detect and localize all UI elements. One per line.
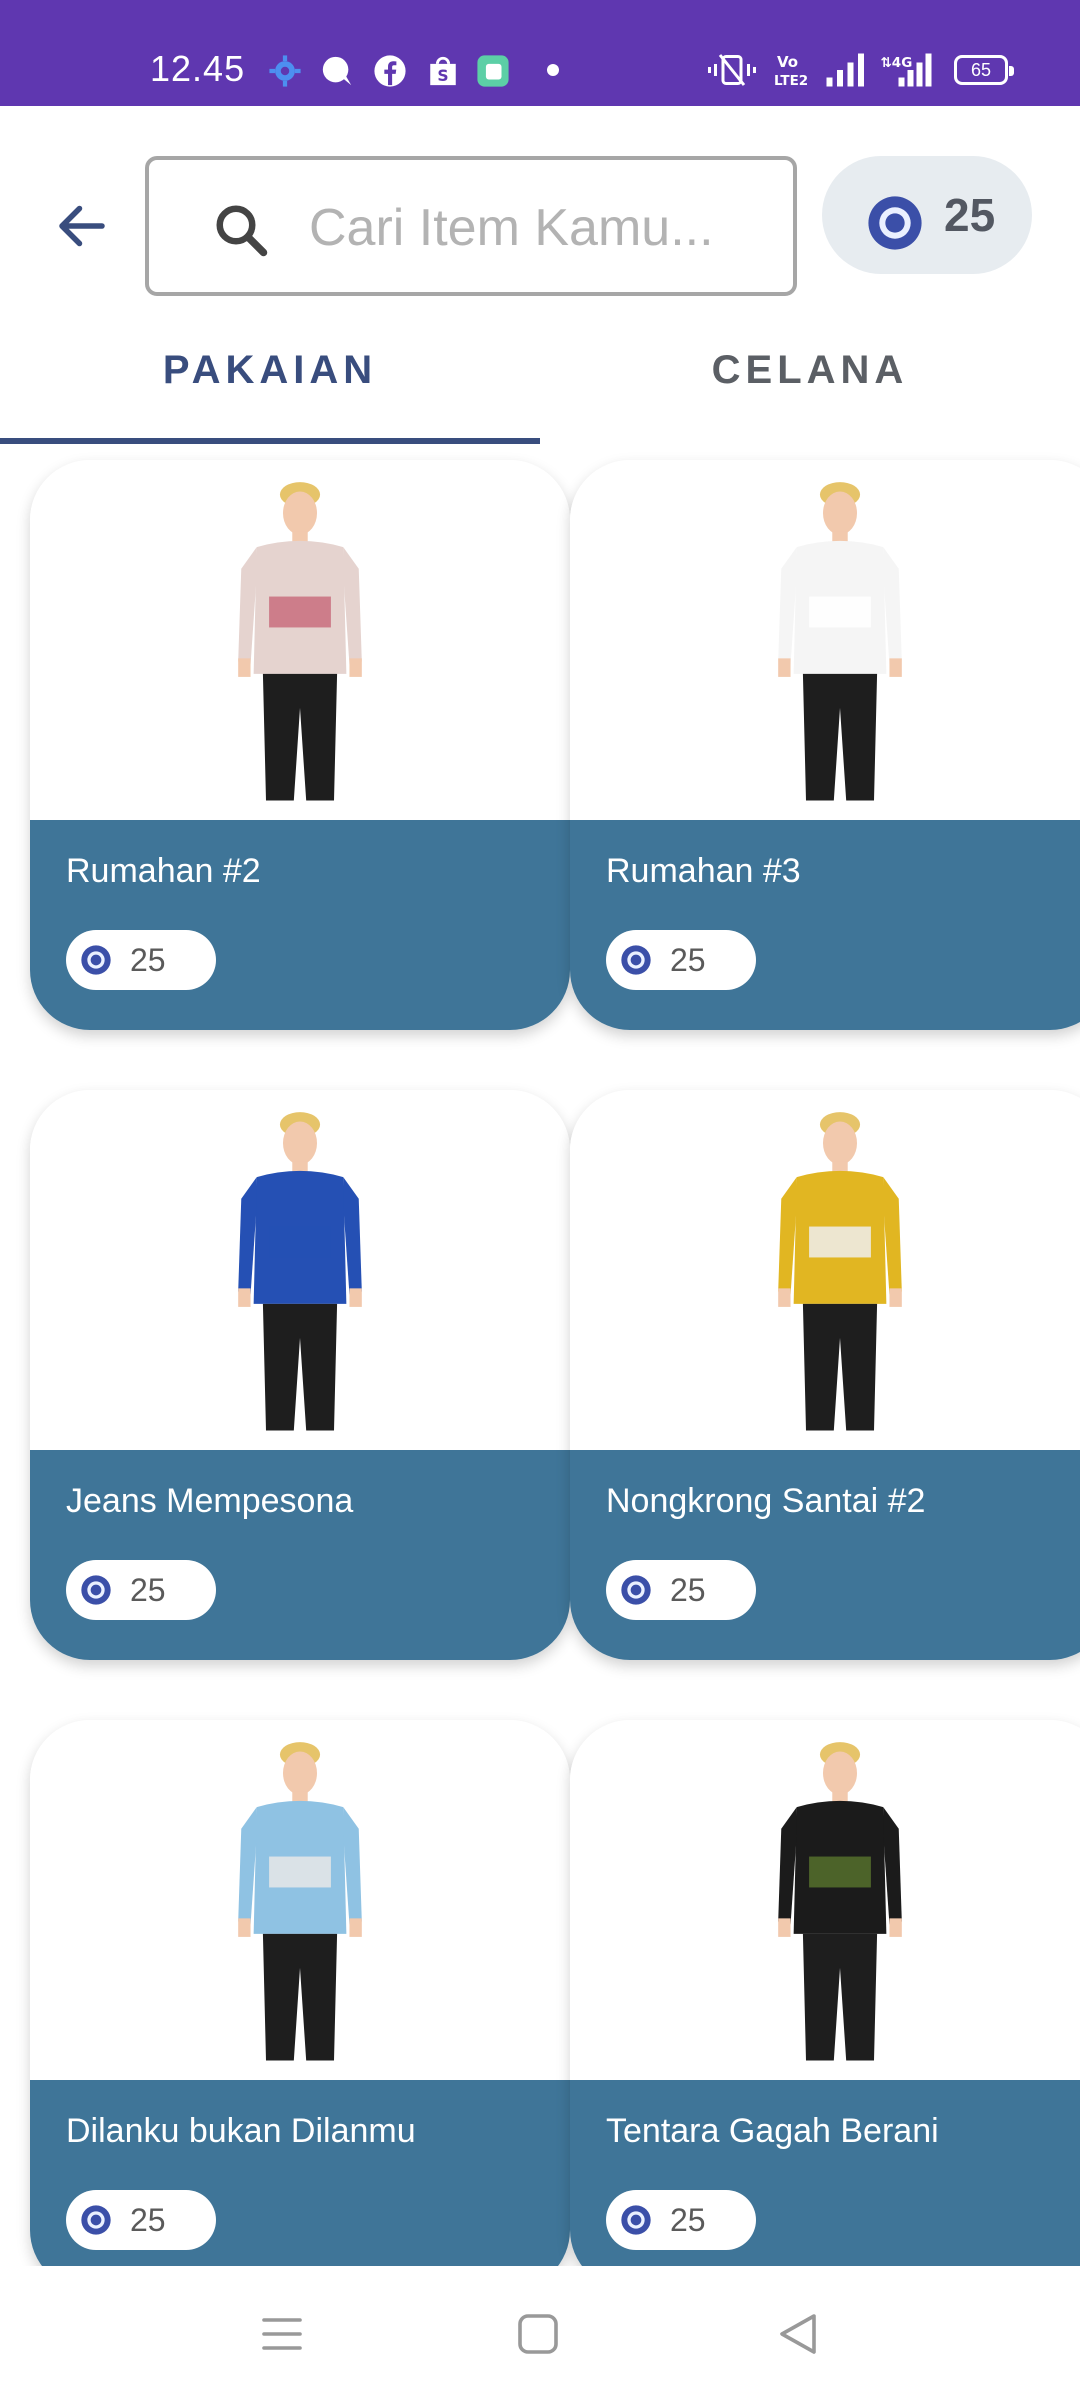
item-info: Nongkrong Santai #2 25 [570, 1450, 1080, 1660]
item-price: 25 [670, 2202, 706, 2238]
item-price: 25 [670, 942, 706, 978]
item-info: Tentara Gagah Berani 25 [570, 2080, 1080, 2266]
item-card[interactable]: Tentara Gagah Berani 25 [570, 1720, 1080, 2266]
svg-text:⇅4G: ⇅4G [881, 55, 913, 71]
tab-pakaian[interactable]: PAKAIAN [0, 348, 540, 393]
notification-dot-icon [547, 64, 559, 76]
price-badge: 25 [66, 2190, 216, 2250]
battery-icon: 65 [954, 55, 1014, 85]
item-card[interactable]: Dilanku bukan Dilanmu 25 [30, 1720, 570, 2266]
coin-icon [621, 1575, 651, 1605]
navigation-bar [0, 2266, 1080, 2400]
search-box[interactable] [145, 156, 797, 296]
facebook-icon [374, 55, 406, 87]
arrow-left-icon[interactable] [52, 196, 112, 256]
character-figure-icon [238, 1742, 362, 2061]
item-info: Rumahan #3 25 [570, 820, 1080, 1030]
item-price: 25 [130, 2202, 166, 2238]
character-figure-icon [778, 1112, 902, 1431]
price-badge: 25 [66, 930, 216, 990]
item-card[interactable]: Nongkrong Santai #2 25 [570, 1090, 1080, 1660]
signal-icon [826, 53, 864, 87]
app-icon [477, 55, 509, 87]
coin-icon [868, 196, 922, 250]
tab-celana[interactable]: CELANA [540, 348, 1080, 393]
4g-signal-icon: ⇅4G [881, 53, 932, 87]
coin-icon [621, 945, 651, 975]
item-image [570, 1090, 1080, 1450]
search-icon [216, 205, 268, 257]
character-figure-icon [238, 1112, 362, 1431]
character-figure-icon [778, 482, 902, 801]
item-name: Rumahan #3 [606, 852, 801, 890]
menu-icon[interactable] [258, 2310, 306, 2358]
item-info: Dilanku bukan Dilanmu 25 [30, 2080, 570, 2266]
volte-icon: Vo LTE2 [774, 53, 808, 88]
item-info: Jeans Mempesona 25 [30, 1450, 570, 1660]
search-input[interactable] [309, 190, 769, 266]
coin-icon [81, 945, 111, 975]
character-figure-icon [778, 1742, 902, 2061]
coin-icon [81, 1575, 111, 1605]
item-image [30, 1720, 570, 2080]
price-badge: 25 [606, 2190, 756, 2250]
status-time: 12.45 [150, 48, 246, 89]
coin-icon [621, 2205, 651, 2235]
status-bar: 12.45 S Vo LTE2 ⇅4G 65 [0, 0, 1080, 106]
vibrate-icon [708, 54, 756, 86]
back-icon[interactable] [774, 2310, 822, 2358]
item-price: 25 [130, 942, 166, 978]
price-badge: 25 [606, 930, 756, 990]
svg-text:LTE2: LTE2 [774, 73, 808, 88]
item-name: Nongkrong Santai #2 [606, 1482, 926, 1520]
price-badge: 25 [606, 1560, 756, 1620]
home-icon[interactable] [514, 2310, 562, 2358]
item-name: Rumahan #2 [66, 852, 261, 890]
item-image [570, 460, 1080, 820]
price-badge: 25 [66, 1560, 216, 1620]
item-grid: Rumahan #2 25 Rumahan #3 25 Jeans Mempesona 2… [0, 444, 1080, 2266]
item-card[interactable]: Jeans Mempesona 25 [30, 1090, 570, 1660]
shop-icon: S [430, 56, 456, 86]
character-figure-icon [238, 482, 362, 801]
svg-text:S: S [437, 67, 448, 85]
item-price: 25 [670, 1572, 706, 1608]
item-image [30, 1090, 570, 1450]
item-name: Tentara Gagah Berani [606, 2112, 939, 2150]
item-image [30, 460, 570, 820]
coin-balance-value: 25 [944, 189, 996, 241]
category-tabs: PAKAIAN CELANA [0, 320, 1080, 444]
gear-icon [269, 55, 301, 87]
item-image [570, 1720, 1080, 2080]
item-card[interactable]: Rumahan #3 25 [570, 460, 1080, 1030]
chat-icon [322, 56, 352, 86]
item-price: 25 [130, 1572, 166, 1608]
coin-icon [81, 2205, 111, 2235]
svg-text:Vo: Vo [777, 53, 798, 71]
item-info: Rumahan #2 25 [30, 820, 570, 1030]
item-card[interactable]: Rumahan #2 25 [30, 460, 570, 1030]
item-name: Jeans Mempesona [66, 1482, 354, 1520]
coin-balance: 25 [822, 156, 1032, 274]
item-name: Dilanku bukan Dilanmu [66, 2112, 416, 2150]
